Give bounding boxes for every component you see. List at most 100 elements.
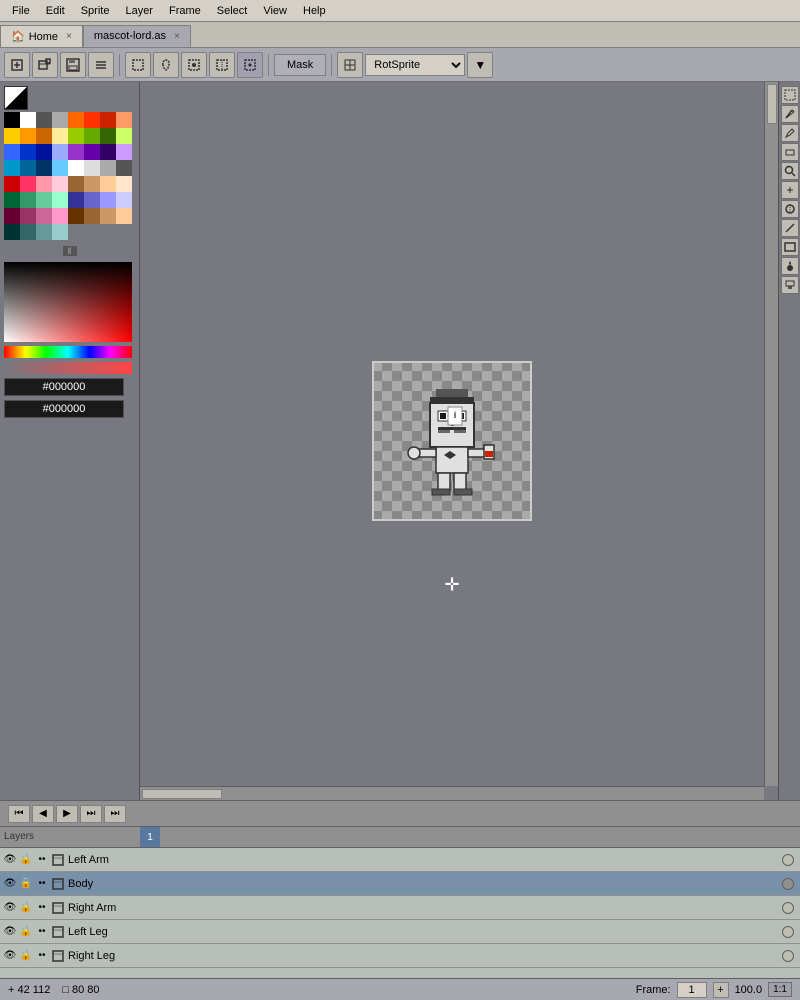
tool-eraser[interactable] — [781, 143, 799, 161]
layer-visibility-left-arm[interactable]: 👁 — [2, 852, 18, 868]
palette-cell[interactable] — [36, 208, 52, 224]
layer-row-body[interactable]: 👁 🔒 •• Body — [0, 872, 800, 896]
tool-pen2[interactable] — [781, 124, 799, 142]
palette-cell[interactable] — [100, 192, 116, 208]
palette-cell[interactable] — [84, 144, 100, 160]
menu-view[interactable]: View — [255, 3, 295, 19]
palette-cell[interactable] — [68, 112, 84, 128]
palette-cell[interactable] — [84, 208, 100, 224]
layer-more-right-leg[interactable]: •• — [34, 948, 50, 964]
palette-cell[interactable] — [84, 112, 100, 128]
layer-type-right-arm[interactable] — [50, 900, 66, 916]
tool-rect-outline[interactable] — [781, 238, 799, 256]
rotsprite-select[interactable]: RotSprite — [365, 54, 465, 76]
palette-cell[interactable] — [84, 192, 100, 208]
palette-cell[interactable] — [36, 160, 52, 176]
alpha-bar[interactable] — [4, 362, 132, 374]
tool-select-rect[interactable] — [125, 52, 151, 78]
palette-cell[interactable] — [68, 128, 84, 144]
palette-cell[interactable] — [20, 144, 36, 160]
fg-hex-display[interactable]: #000000 — [4, 378, 124, 396]
tool-brush[interactable] — [781, 276, 799, 294]
palette-cell[interactable] — [36, 176, 52, 192]
layer-row-left-leg[interactable]: 👁 🔒 •• Left Leg — [0, 920, 800, 944]
tool-select-lasso[interactable] — [153, 52, 179, 78]
palette-cell[interactable] — [100, 160, 116, 176]
layer-type-left-leg[interactable] — [50, 924, 66, 940]
fg-bg-colors[interactable] — [4, 86, 28, 110]
palette-cell[interactable] — [68, 160, 84, 176]
tab-home-close[interactable]: × — [66, 31, 72, 42]
panel-resize-handle[interactable]: ‖ — [63, 246, 77, 256]
vertical-scrollbar-thumb[interactable] — [767, 84, 777, 124]
tool-grid[interactable] — [337, 52, 363, 78]
palette-cell[interactable] — [36, 224, 52, 240]
tool-ink[interactable] — [237, 52, 263, 78]
palette-cell[interactable] — [4, 176, 20, 192]
palette-cell[interactable] — [4, 128, 20, 144]
tool-open[interactable] — [32, 52, 58, 78]
palette-cell[interactable] — [4, 208, 20, 224]
tab-mascot[interactable]: mascot-lord.as × — [83, 25, 191, 47]
frame-first[interactable]: ⏮ — [8, 805, 30, 823]
layer-lock-right-leg[interactable]: 🔒 — [18, 948, 34, 964]
tool-fill[interactable] — [781, 257, 799, 275]
frame-last[interactable]: ⏭ — [104, 805, 126, 823]
frame-play[interactable]: ▶ — [56, 805, 78, 823]
palette-cell[interactable] — [52, 160, 68, 176]
layer-visibility-right-arm[interactable]: 👁 — [2, 900, 18, 916]
layer-lock-left-leg[interactable]: 🔒 — [18, 924, 34, 940]
layer-more-right-arm[interactable]: •• — [34, 900, 50, 916]
layer-lock-left-arm[interactable]: 🔒 — [18, 852, 34, 868]
tool-select-magic[interactable] — [181, 52, 207, 78]
palette-cell[interactable] — [20, 176, 36, 192]
palette-cell[interactable] — [68, 144, 84, 160]
layer-visibility-body[interactable]: 👁 — [2, 876, 18, 892]
palette-cell[interactable] — [68, 192, 84, 208]
palette-cell[interactable] — [84, 176, 100, 192]
tool-new[interactable] — [4, 52, 30, 78]
palette-cell[interactable] — [100, 128, 116, 144]
frame-input[interactable] — [677, 982, 707, 998]
palette-cell[interactable] — [52, 112, 68, 128]
palette-cell[interactable] — [116, 128, 132, 144]
palette-cell[interactable] — [36, 112, 52, 128]
color-gradient-picker[interactable] — [4, 262, 132, 342]
layer-type-left-arm[interactable] — [50, 852, 66, 868]
layer-row-right-leg[interactable]: 👁 🔒 •• Right Leg — [0, 944, 800, 968]
palette-cell[interactable] — [4, 160, 20, 176]
menu-help[interactable]: Help — [295, 3, 334, 19]
layer-lock-right-arm[interactable]: 🔒 — [18, 900, 34, 916]
menu-layer[interactable]: Layer — [117, 3, 161, 19]
palette-cell[interactable] — [116, 176, 132, 192]
menu-edit[interactable]: Edit — [38, 3, 73, 19]
menu-sprite[interactable]: Sprite — [73, 3, 118, 19]
tool-zoom[interactable] — [781, 162, 799, 180]
rotsprite-dropdown[interactable]: ▼ — [467, 52, 493, 78]
horizontal-scrollbar[interactable] — [140, 786, 764, 800]
palette-cell[interactable] — [52, 192, 68, 208]
palette-cell[interactable] — [52, 176, 68, 192]
tool-line[interactable] — [781, 219, 799, 237]
layer-visibility-right-leg[interactable]: 👁 — [2, 948, 18, 964]
palette-cell[interactable] — [4, 192, 20, 208]
palette-cell[interactable] — [52, 224, 68, 240]
palette-cell[interactable] — [36, 144, 52, 160]
palette-cell[interactable] — [100, 176, 116, 192]
layer-row-left-arm[interactable]: 👁 🔒 •• Left Arm — [0, 848, 800, 872]
palette-cell[interactable] — [36, 192, 52, 208]
layer-more-left-arm[interactable]: •• — [34, 852, 50, 868]
palette-cell[interactable] — [4, 224, 20, 240]
palette-cell[interactable] — [20, 160, 36, 176]
palette-cell[interactable] — [116, 112, 132, 128]
layer-type-right-leg[interactable] — [50, 948, 66, 964]
tool-marquee[interactable] — [781, 86, 799, 104]
bg-hex-display[interactable]: #000000 — [4, 400, 124, 418]
layer-lock-body[interactable]: 🔒 — [18, 876, 34, 892]
palette-cell[interactable] — [52, 128, 68, 144]
palette-cell[interactable] — [36, 128, 52, 144]
layer-more-body[interactable]: •• — [34, 876, 50, 892]
frame-add-button[interactable]: + — [713, 982, 729, 998]
palette-cell[interactable] — [20, 192, 36, 208]
tab-home[interactable]: 🏠 Home × — [0, 25, 83, 47]
